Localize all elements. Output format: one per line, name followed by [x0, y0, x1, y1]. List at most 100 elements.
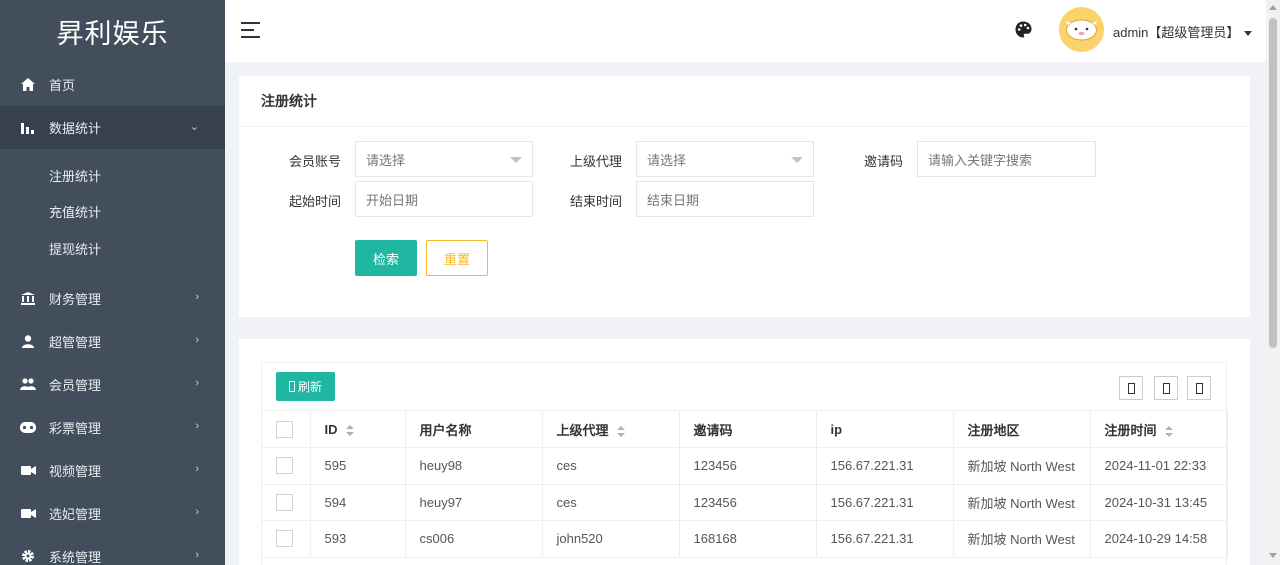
table-row[interactable]: 593 cs006 john520 168168 156.67.221.31 新… — [262, 520, 1228, 558]
scroll-up-icon[interactable] — [1269, 5, 1277, 10]
column-header-agent[interactable]: 上级代理 — [542, 411, 680, 448]
column-header-label: 上级代理 — [556, 422, 609, 438]
reset-button[interactable]: 重置 — [426, 240, 488, 276]
sidebar-item-video[interactable]: 视频管理 › — [0, 449, 225, 492]
sidebar-item-label: 超管管理 — [49, 334, 102, 350]
cell-region: 新加坡 North West — [953, 484, 1091, 521]
user-name: admin【超级管理员】 — [1113, 25, 1240, 40]
column-header-username: 用户名称 — [405, 411, 543, 448]
print-button[interactable] — [1187, 376, 1211, 400]
sidebar-subitem-recharge-stats[interactable]: 充值统计 — [0, 194, 225, 231]
row-select-cell — [262, 484, 311, 521]
page-scrollbar[interactable] — [1266, 0, 1280, 565]
bank-icon — [20, 290, 36, 306]
sidebar-item-label: 系统管理 — [49, 549, 102, 565]
sort-icon[interactable] — [345, 424, 354, 436]
end-date-input[interactable]: 结束日期 — [636, 181, 814, 217]
cell-register-time: 2024-11-01 22:33 — [1090, 447, 1228, 485]
columns-toggle-button[interactable] — [1119, 376, 1143, 400]
chevron-right-icon: › — [195, 333, 199, 346]
start-date-label: 起始时间 — [288, 194, 341, 209]
home-icon — [20, 76, 36, 92]
export-icon — [1162, 382, 1170, 394]
sidebar-item-members[interactable]: 会员管理 › — [0, 363, 225, 406]
row-select-cell — [262, 447, 311, 485]
chevron-right-icon: › — [195, 290, 199, 303]
column-header-label: 邀请码 — [693, 422, 733, 438]
video-icon — [20, 462, 36, 478]
column-header-label: 用户名称 — [419, 422, 472, 438]
cell-region: 新加坡 North West — [953, 447, 1091, 485]
gear-icon — [20, 548, 36, 564]
sort-icon[interactable] — [1164, 425, 1173, 437]
dropdown-arrow-icon — [510, 157, 522, 163]
sidebar-item-statistics[interactable]: 数据统计 ⌄ — [0, 106, 225, 149]
refresh-label: 刷新 — [297, 380, 322, 394]
invite-code-input[interactable]: 请输入关键字搜索 — [917, 141, 1096, 177]
end-date-placeholder: 结束日期 — [647, 192, 700, 208]
sidebar-item-label: 彩票管理 — [49, 420, 102, 436]
cell-invite-code: 168168 — [679, 520, 817, 558]
scroll-down-icon[interactable] — [1269, 553, 1277, 558]
sort-icon[interactable] — [616, 425, 625, 437]
avatar[interactable] — [1059, 7, 1104, 52]
caret-down-icon — [1244, 31, 1253, 37]
palette-icon[interactable] — [1015, 21, 1032, 38]
refresh-button[interactable]: 刷新 — [276, 372, 335, 401]
cell-id: 595 — [310, 447, 406, 485]
cell-id: 594 — [310, 484, 406, 521]
column-header-label: ID — [324, 421, 338, 437]
agent-label: 上级代理 — [569, 154, 622, 169]
sidebar-item-label: 首页 — [49, 77, 76, 93]
export-button[interactable] — [1154, 376, 1178, 400]
cell-agent: ces — [542, 447, 680, 485]
chevron-right-icon: › — [195, 376, 199, 389]
search-panel: 注册统计 会员账号 请选择 上级代理 请选择 邀请码 请输入关键字搜索 起始时间… — [239, 76, 1250, 317]
user-menu[interactable]: admin【超级管理员】 — [1113, 22, 1253, 41]
row-checkbox[interactable] — [276, 493, 293, 511]
cell-register-time: 2024-10-29 14:58 — [1090, 520, 1228, 558]
start-date-placeholder: 开始日期 — [366, 192, 419, 208]
sidebar-item-label: 会员管理 — [49, 377, 102, 393]
row-checkbox[interactable] — [276, 530, 293, 548]
row-checkbox[interactable] — [276, 457, 293, 475]
data-table: ID 用户名称 上级代理 邀请码 ip 注册地区 注册时间 595 heuy98… — [262, 411, 1228, 558]
select-all-checkbox[interactable] — [276, 420, 293, 438]
column-header-id[interactable]: ID — [310, 411, 406, 448]
sidebar-item-label: 视频管理 — [49, 463, 102, 479]
sidebar-subitem-register-stats[interactable]: 注册统计 — [0, 157, 225, 194]
end-date-label: 结束时间 — [569, 194, 622, 209]
column-header-label: 注册时间 — [1104, 422, 1157, 438]
member-account-select[interactable]: 请选择 — [355, 141, 533, 177]
menu-toggle-icon[interactable] — [241, 22, 260, 38]
column-header-label: 注册地区 — [967, 422, 1020, 438]
sidebar-item-lottery[interactable]: 彩票管理 › — [0, 406, 225, 449]
row-select-cell — [262, 520, 311, 558]
column-header-region: 注册地区 — [953, 411, 1091, 448]
agent-select[interactable]: 请选择 — [636, 141, 814, 177]
dropdown-arrow-icon — [791, 157, 803, 163]
sidebar-item-concubine[interactable]: 选妃管理 › — [0, 492, 225, 535]
submenu: 注册统计 充值统计 提现统计 — [0, 149, 225, 277]
search-button[interactable]: 检索 — [355, 240, 417, 276]
table-toolbar: 刷新 — [262, 363, 1226, 411]
column-header-label: ip — [830, 421, 843, 437]
table-row[interactable]: 595 heuy98 ces 123456 156.67.221.31 新加坡 … — [262, 447, 1228, 485]
start-date-input[interactable]: 开始日期 — [355, 181, 533, 217]
sidebar-item-superadmin[interactable]: 超管管理 › — [0, 320, 225, 363]
refresh-icon — [288, 381, 295, 392]
cell-register-time: 2024-10-31 13:45 — [1090, 484, 1228, 521]
sidebar-subitem-withdraw-stats[interactable]: 提现统计 — [0, 230, 225, 267]
member-account-label: 会员账号 — [288, 154, 341, 169]
column-header-register-time[interactable]: 注册时间 — [1090, 411, 1228, 448]
invite-code-label: 邀请码 — [863, 154, 903, 169]
gamepad-icon — [20, 419, 36, 435]
cell-username: heuy97 — [405, 484, 543, 521]
sidebar-item-system[interactable]: 系统管理 › — [0, 535, 225, 565]
sidebar-item-home[interactable]: 首页 — [0, 62, 225, 106]
cell-username: cs006 — [405, 520, 543, 558]
scrollbar-thumb[interactable] — [1269, 18, 1277, 348]
table-row[interactable]: 594 heuy97 ces 123456 156.67.221.31 新加坡 … — [262, 484, 1228, 521]
sidebar-item-finance[interactable]: 财务管理 › — [0, 277, 225, 320]
print-icon — [1195, 382, 1203, 394]
